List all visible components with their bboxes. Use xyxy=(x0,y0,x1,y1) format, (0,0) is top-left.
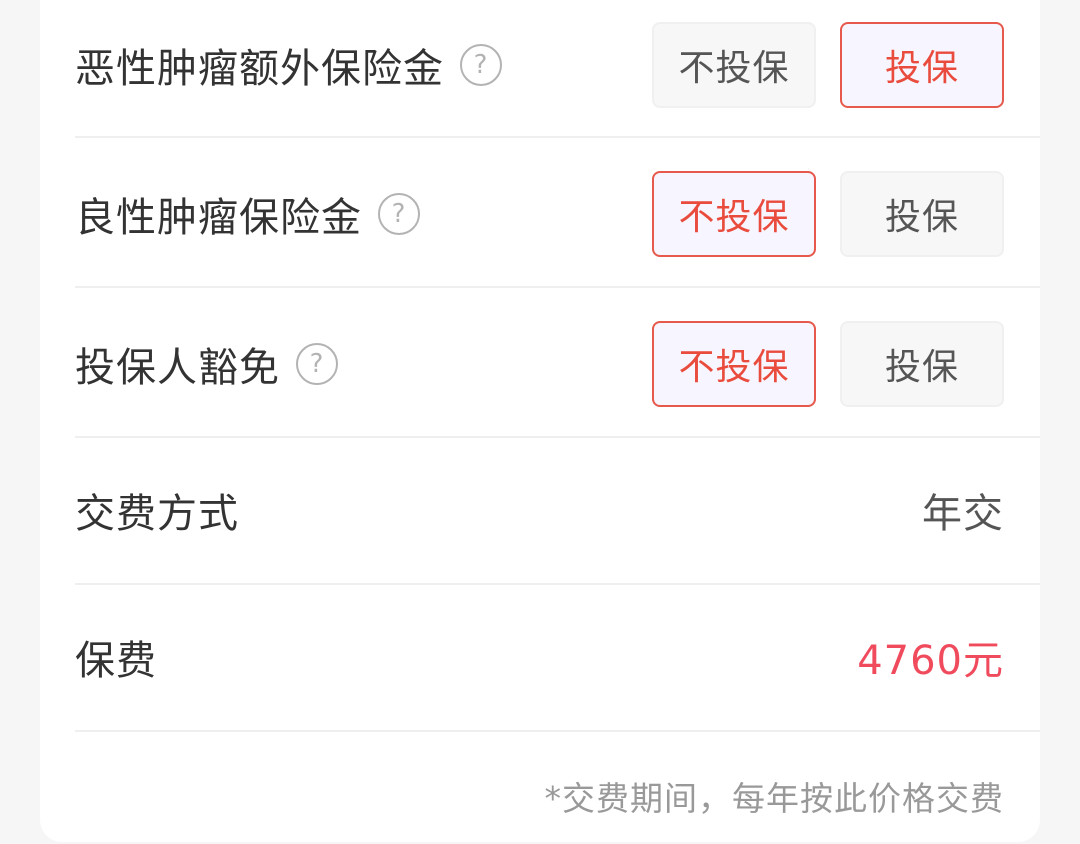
option-insure-button[interactable]: 投保 xyxy=(840,171,1004,257)
option-toggle-group: 不投保 投保 xyxy=(652,171,1004,257)
coverage-options-card xyxy=(40,0,1040,842)
premium-label: 保费 xyxy=(75,638,157,684)
coverage-label: 恶性肿瘤额外保险金 ? xyxy=(75,36,502,94)
option-insure-button[interactable]: 投保 xyxy=(840,22,1004,108)
option-not-insure-button[interactable]: 不投保 xyxy=(652,321,816,407)
divider xyxy=(75,436,1040,438)
help-icon[interactable]: ? xyxy=(378,193,420,235)
payment-method-label: 交费方式 xyxy=(75,491,239,537)
payment-note: *交费期间，每年按此价格交费 xyxy=(544,779,1004,818)
premium-row: 保费 4760元 xyxy=(75,617,1040,697)
payment-method-value: 年交 xyxy=(922,491,1004,537)
help-icon[interactable]: ? xyxy=(460,44,502,86)
premium-value: 4760元 xyxy=(857,638,1004,684)
divider xyxy=(75,136,1040,138)
option-insure-button[interactable]: 投保 xyxy=(840,321,1004,407)
payment-method-row: 交费方式 年交 xyxy=(75,470,1040,550)
option-not-insure-button[interactable]: 不投保 xyxy=(652,22,816,108)
coverage-row-malignant-extra: 恶性肿瘤额外保险金 ? 不投保 投保 xyxy=(75,22,1040,108)
divider xyxy=(75,730,1040,732)
coverage-label: 良性肿瘤保险金 ? xyxy=(75,185,420,243)
coverage-row-policyholder-waiver: 投保人豁免 ? 不投保 投保 xyxy=(75,321,1040,407)
coverage-label-text: 良性肿瘤保险金 xyxy=(75,195,362,241)
option-not-insure-button[interactable]: 不投保 xyxy=(652,171,816,257)
coverage-label: 投保人豁免 ? xyxy=(75,335,338,393)
coverage-label-text: 恶性肿瘤额外保险金 xyxy=(75,46,444,92)
coverage-label-text: 投保人豁免 xyxy=(75,345,280,391)
help-icon[interactable]: ? xyxy=(296,343,338,385)
divider xyxy=(75,286,1040,288)
divider xyxy=(75,583,1040,585)
option-toggle-group: 不投保 投保 xyxy=(652,22,1004,108)
option-toggle-group: 不投保 投保 xyxy=(652,321,1004,407)
coverage-row-benign: 良性肿瘤保险金 ? 不投保 投保 xyxy=(75,171,1040,257)
